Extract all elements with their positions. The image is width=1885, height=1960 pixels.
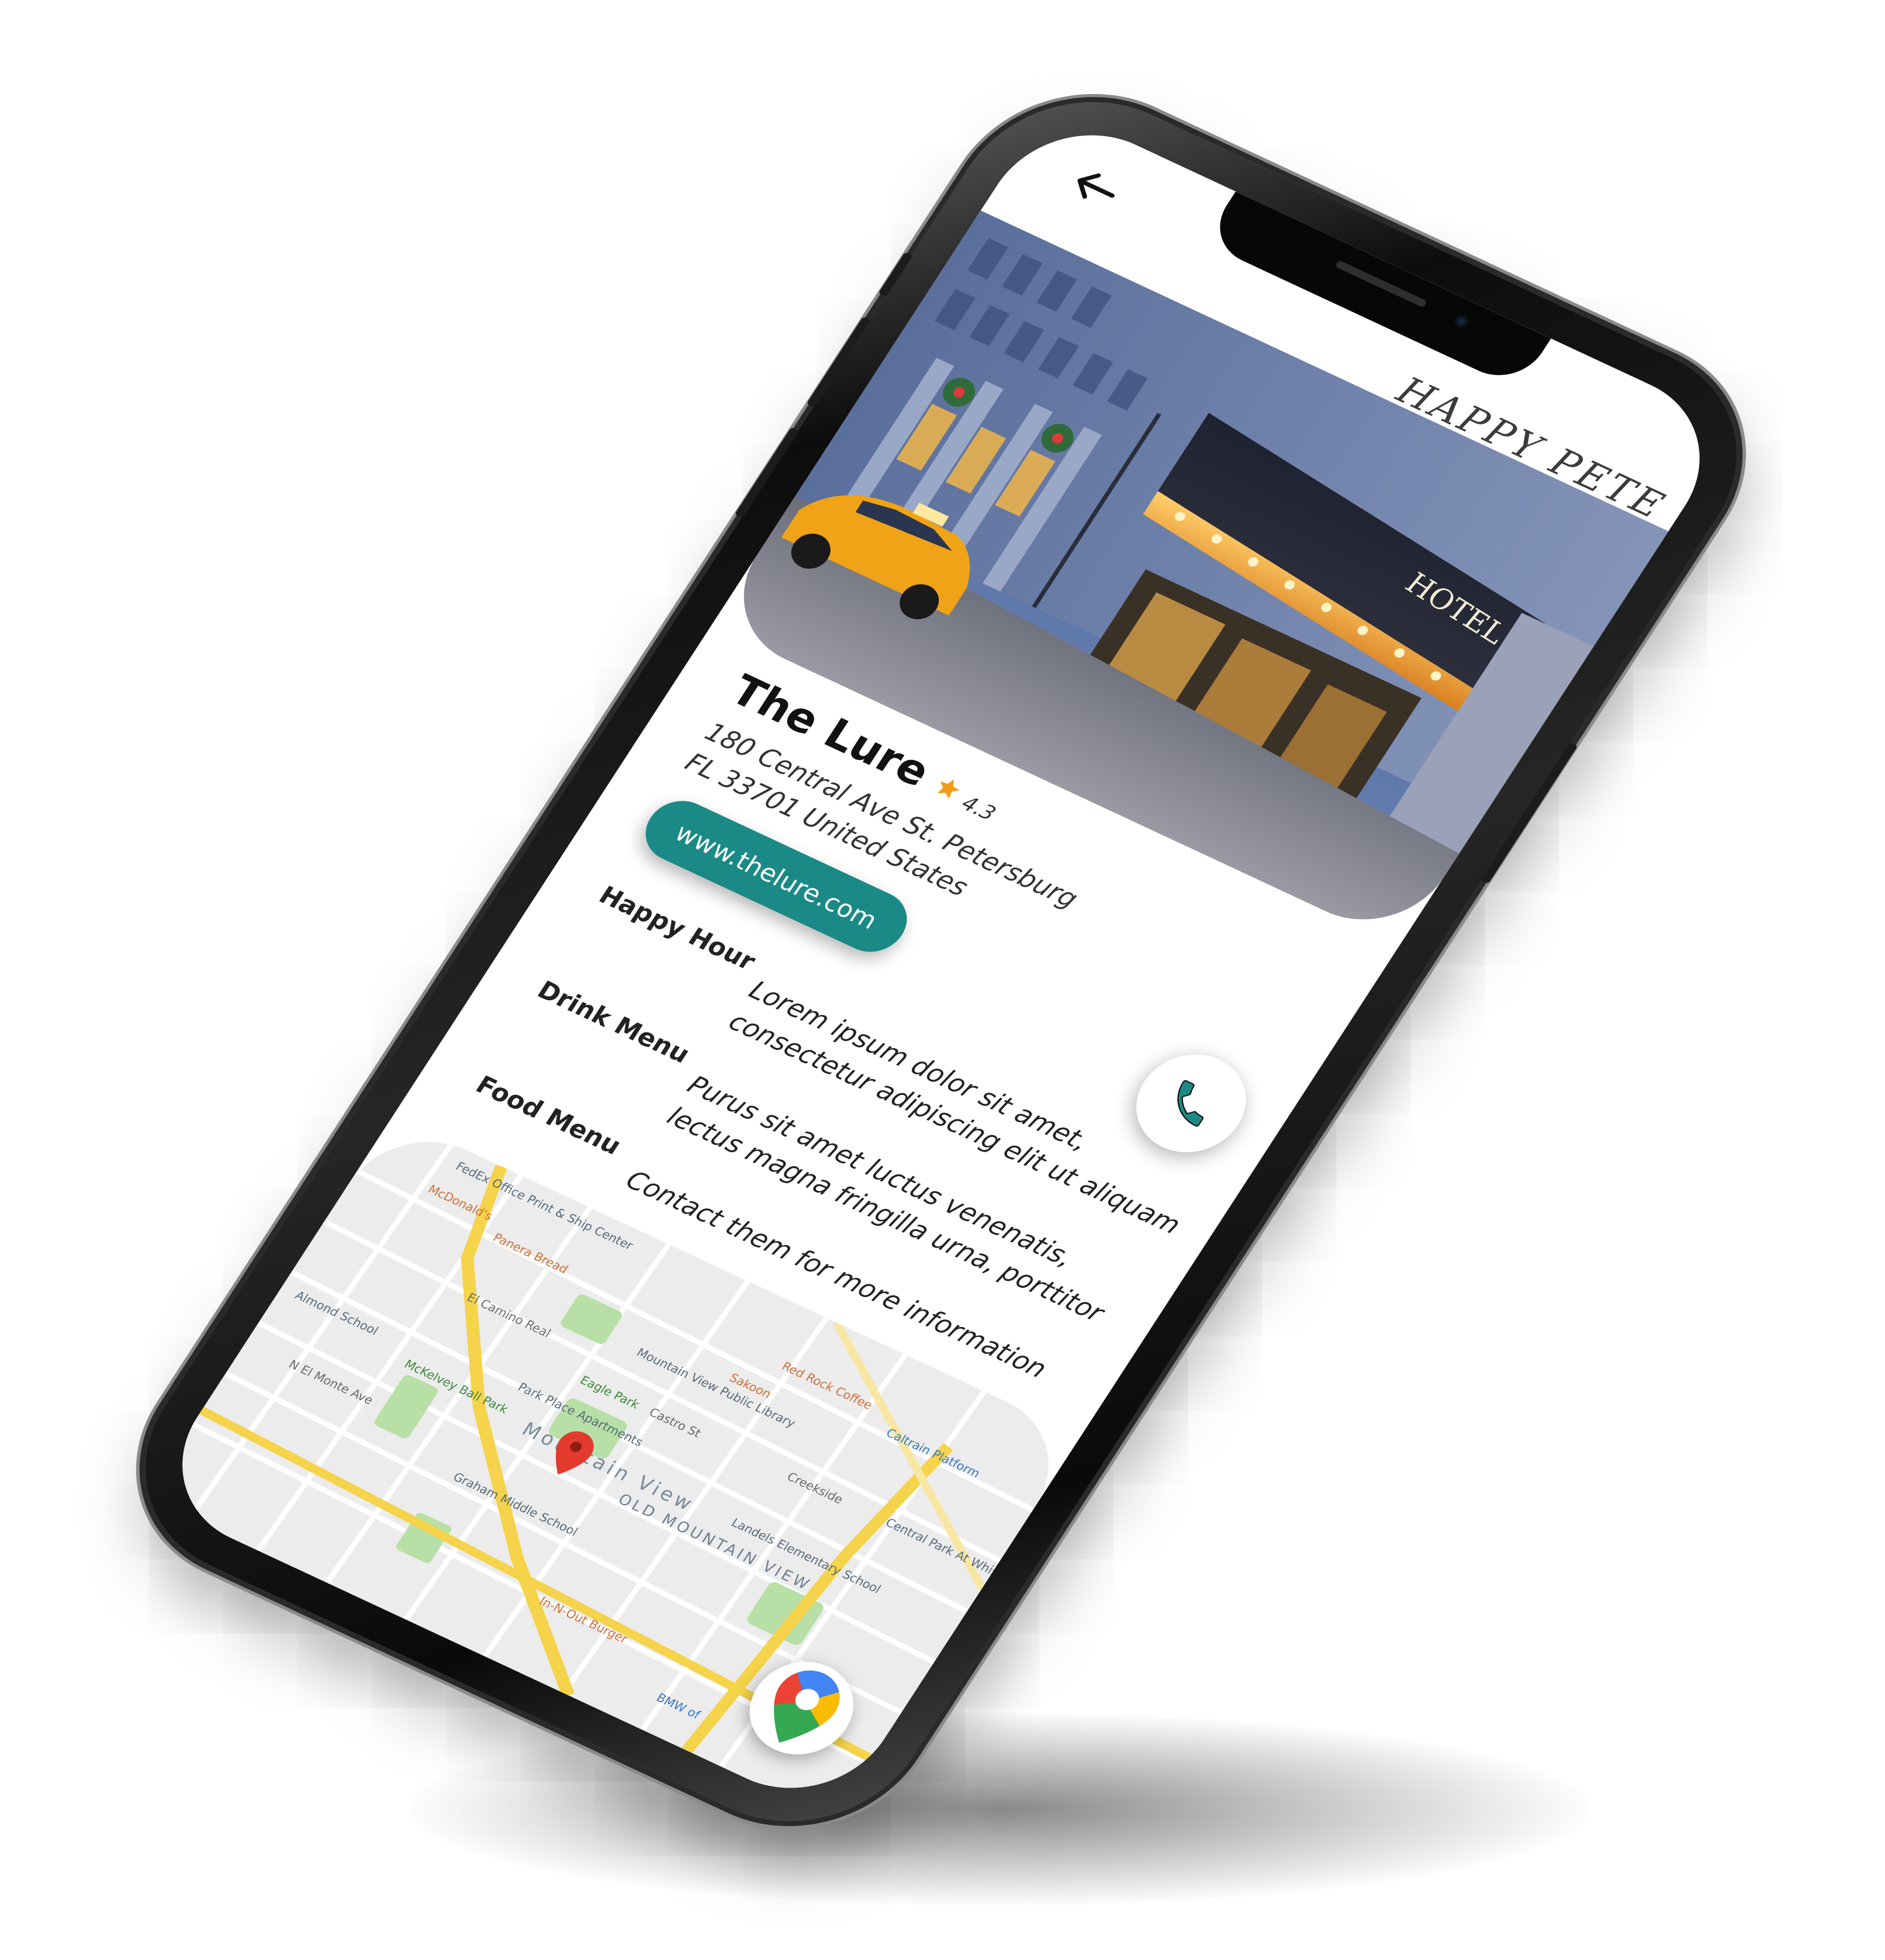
back-button[interactable] (1063, 161, 1128, 215)
phone-screen: HAPPY PETE HOTEL The Lure 4.3 180 Centra… (144, 104, 1738, 1819)
front-camera (1451, 312, 1472, 331)
venue-rating: 4.3 (957, 791, 1001, 825)
earpiece-speaker (1334, 260, 1428, 308)
phone-frame: HAPPY PETE HOTEL The Lure 4.3 180 Centra… (95, 61, 1787, 1862)
star-icon (938, 779, 960, 799)
phone-shadow (409, 1713, 1590, 1906)
arrow-left-icon (1077, 173, 1115, 199)
mockup-stage: HAPPY PETE HOTEL The Lure 4.3 180 Centra… (0, 0, 1885, 1960)
phone-device: HAPPY PETE HOTEL The Lure 4.3 180 Centra… (95, 61, 1787, 1862)
phone-icon (1177, 1080, 1204, 1127)
mute-switch (878, 252, 913, 298)
